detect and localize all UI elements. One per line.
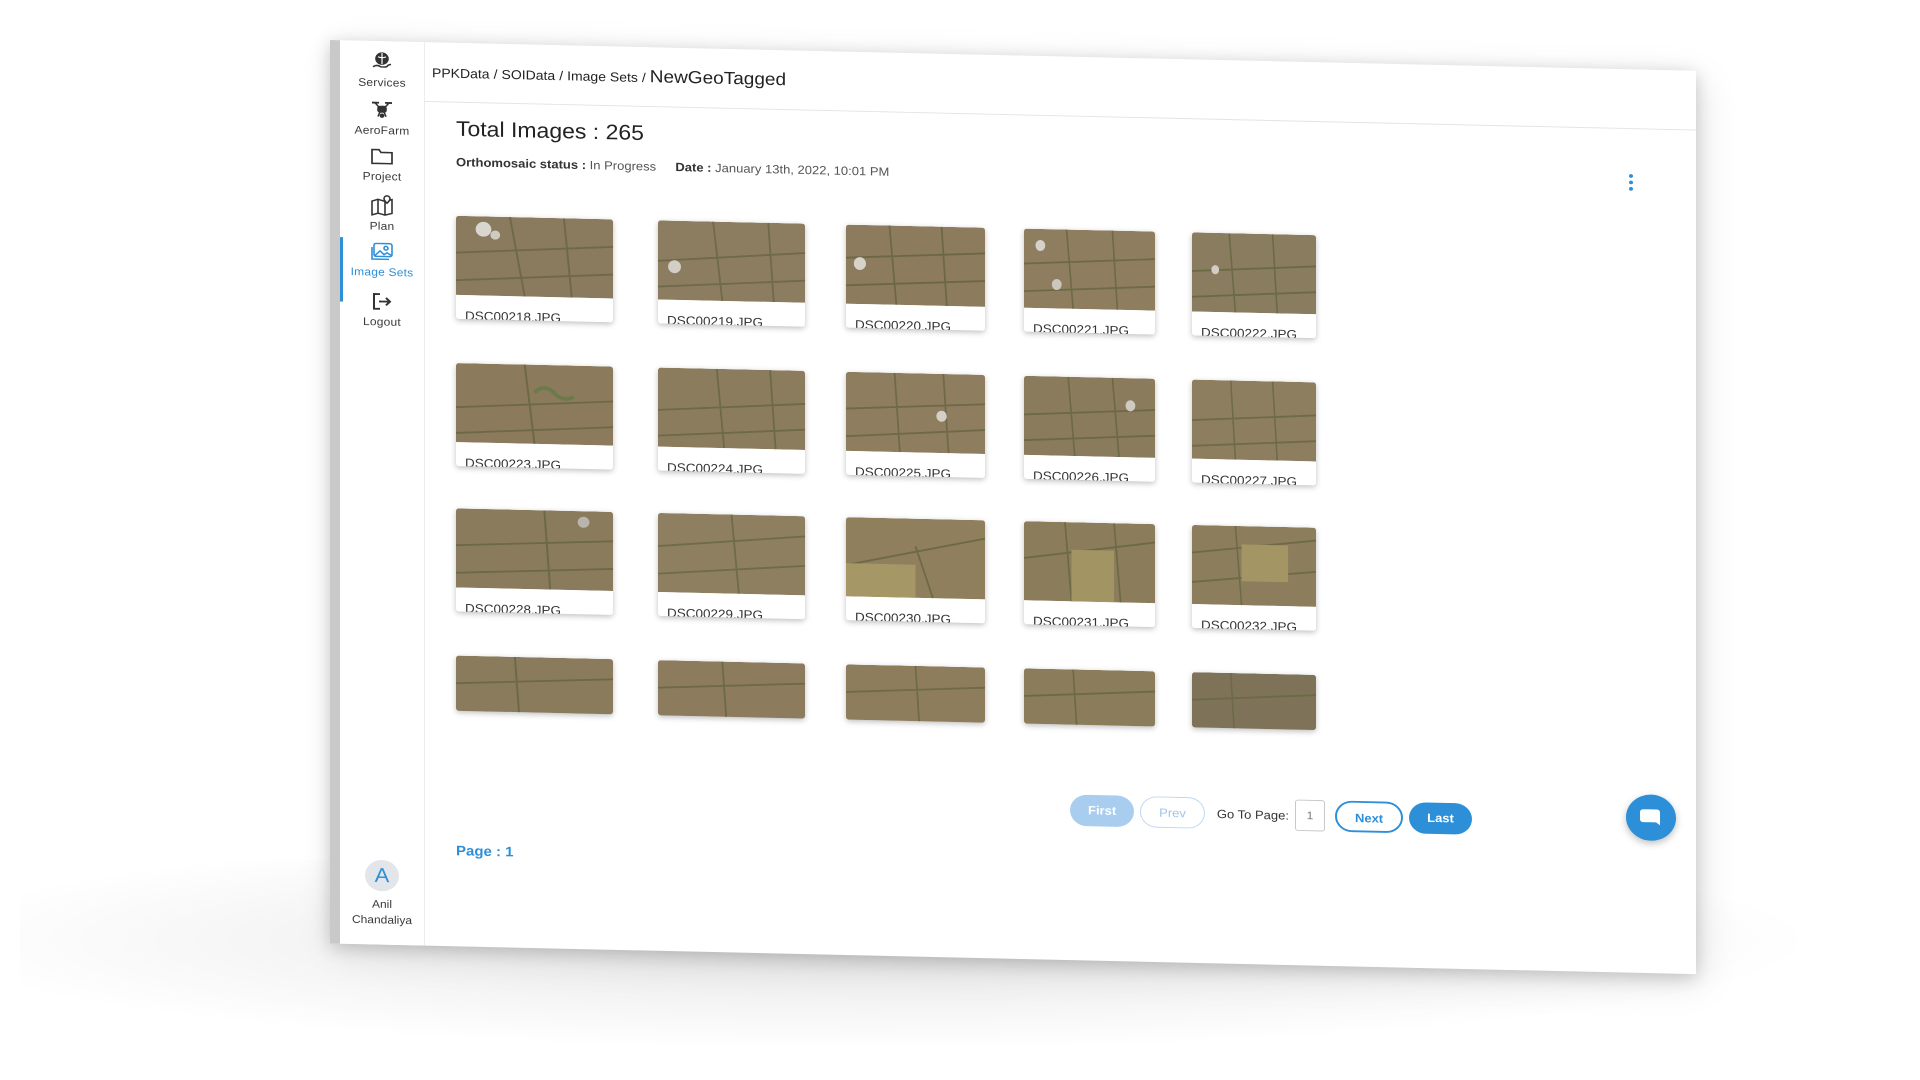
pagination: FirstPrev Go To Page: NextLast (1070, 794, 1478, 840)
date-label: Date : (675, 160, 712, 175)
app-window: Services AeroFarm Project Plan Image Set… (330, 40, 1696, 975)
image-card[interactable]: DSC00232.JPG (1192, 524, 1316, 631)
breadcrumb-current: NewGeoTagged (649, 67, 787, 90)
folder-icon (371, 148, 393, 165)
thumbnail-image (1024, 375, 1155, 458)
sidebar-item-label: AeroFarm (354, 123, 410, 138)
page-indicator: Page : 1 (456, 843, 514, 861)
image-card[interactable]: DSC00221.JPG (1024, 228, 1155, 335)
image-card[interactable]: DSC00231.JPG (1024, 521, 1155, 628)
image-card[interactable] (1192, 672, 1316, 731)
image-filename: DSC00232.JPG (1201, 618, 1298, 631)
image-filename: DSC00231.JPG (1033, 614, 1130, 628)
ortho-status-value: In Progress (589, 158, 657, 174)
image-card[interactable] (456, 655, 613, 715)
thumbnail-image (456, 655, 613, 715)
ortho-status-label: Orthomosaic status : (456, 155, 587, 172)
image-filename: DSC00219.JPG (667, 313, 764, 327)
thumbnail-image (1192, 232, 1316, 315)
thumbnail-image (1024, 228, 1155, 311)
sidebar-item-label: Image Sets (350, 264, 414, 280)
prev-page-button[interactable]: Prev (1140, 796, 1205, 829)
user-first-name: Anil (371, 897, 392, 911)
image-card[interactable]: DSC00226.JPG (1024, 375, 1155, 482)
thumbnail-image (456, 362, 613, 446)
images-icon (371, 242, 393, 261)
total-images: Total Images : 265 (456, 116, 644, 145)
image-filename: DSC00225.JPG (855, 464, 952, 478)
thumbnail-image (1024, 668, 1155, 727)
goto-page-label: Go To Page: (1216, 806, 1289, 822)
drone-icon (372, 101, 392, 118)
thumbnail-image (658, 512, 805, 596)
image-filename: DSC00222.JPG (1201, 325, 1298, 339)
thumbnail-image (1024, 521, 1155, 604)
next-page-button[interactable]: Next (1334, 800, 1404, 834)
more-options-icon[interactable] (1626, 172, 1636, 194)
image-card[interactable] (1024, 668, 1155, 727)
image-card[interactable]: DSC00228.JPG (456, 508, 613, 615)
avatar: A (365, 859, 399, 892)
sidebar-item-logout[interactable]: Logout (340, 290, 424, 349)
image-filename: DSC00223.JPG (465, 456, 562, 470)
breadcrumb: PPKData / SOIData / Image Sets / NewGeoTagged (432, 65, 787, 90)
breadcrumb-soidata[interactable]: SOIData (501, 67, 555, 83)
image-filename: DSC00230.JPG (855, 610, 952, 624)
image-card[interactable]: DSC00227.JPG (1192, 379, 1316, 486)
image-filename: DSC00227.JPG (1201, 472, 1298, 486)
user-last-name: Chandaliya (351, 912, 413, 927)
thumbnail-image (846, 664, 985, 723)
goto-page-input[interactable] (1294, 799, 1325, 832)
user-profile[interactable]: A Anil Chandaliya (340, 859, 424, 929)
image-card[interactable]: DSC00225.JPG (846, 371, 985, 478)
image-card[interactable]: DSC00223.JPG (456, 362, 613, 470)
globe-hand-icon (372, 52, 392, 68)
image-filename: DSC00228.JPG (465, 601, 562, 615)
image-card[interactable]: DSC00224.JPG (658, 367, 805, 474)
sidebar: Services AeroFarm Project Plan Image Set… (340, 40, 425, 946)
date-value: January 13th, 2022, 10:01 PM (715, 160, 890, 179)
image-card[interactable] (846, 664, 985, 723)
image-filename: DSC00229.JPG (667, 606, 764, 620)
first-page-button[interactable]: First (1070, 794, 1135, 828)
last-page-button[interactable]: Last (1409, 802, 1472, 835)
image-card[interactable]: DSC00229.JPG (658, 512, 805, 620)
image-filename: DSC00218.JPG (465, 308, 562, 323)
header: PPKData / SOIData / Image Sets / NewGeoTagged (424, 42, 1696, 131)
sidebar-item-label: Project (362, 169, 402, 184)
sidebar-item-label: Services (358, 75, 406, 90)
image-card[interactable]: DSC00230.JPG (846, 517, 985, 624)
chat-button[interactable] (1626, 794, 1676, 842)
breadcrumb-image-sets[interactable]: Image Sets (567, 68, 638, 84)
status-line: Orthomosaic status : In Progress Date : … (456, 155, 889, 179)
image-filename: DSC00226.JPG (1033, 468, 1130, 482)
image-card[interactable] (658, 660, 805, 719)
logout-icon (373, 293, 392, 310)
user-name: Anil Chandaliya (340, 896, 424, 929)
sidebar-item-label: Plan (369, 219, 395, 233)
chat-bubble-icon (1640, 809, 1660, 826)
map-pin-icon (371, 195, 393, 216)
image-card[interactable]: DSC00218.JPG (456, 215, 613, 323)
thumbnail-image (456, 215, 613, 299)
sidebar-item-label: Logout (363, 314, 401, 329)
breadcrumb-ppkdata[interactable]: PPKData (432, 65, 490, 81)
thumbnail-image (846, 517, 985, 600)
image-card[interactable]: DSC00222.JPG (1192, 232, 1316, 339)
thumbnail-image (456, 508, 613, 592)
thumbnail-image (1192, 672, 1316, 731)
image-filename: DSC00221.JPG (1033, 321, 1130, 335)
thumbnail-image (1192, 379, 1316, 462)
thumbnail-image (846, 371, 985, 455)
image-card[interactable]: DSC00220.JPG (846, 224, 985, 331)
thumbnail-image (658, 367, 805, 450)
thumbnail-image (1192, 524, 1316, 607)
image-filename: DSC00224.JPG (667, 460, 764, 474)
thumbnail-image (658, 220, 805, 303)
image-filename: DSC00220.JPG (855, 317, 952, 331)
thumbnail-image (658, 660, 805, 719)
image-card[interactable]: DSC00219.JPG (658, 220, 805, 327)
thumbnail-image (846, 224, 985, 307)
